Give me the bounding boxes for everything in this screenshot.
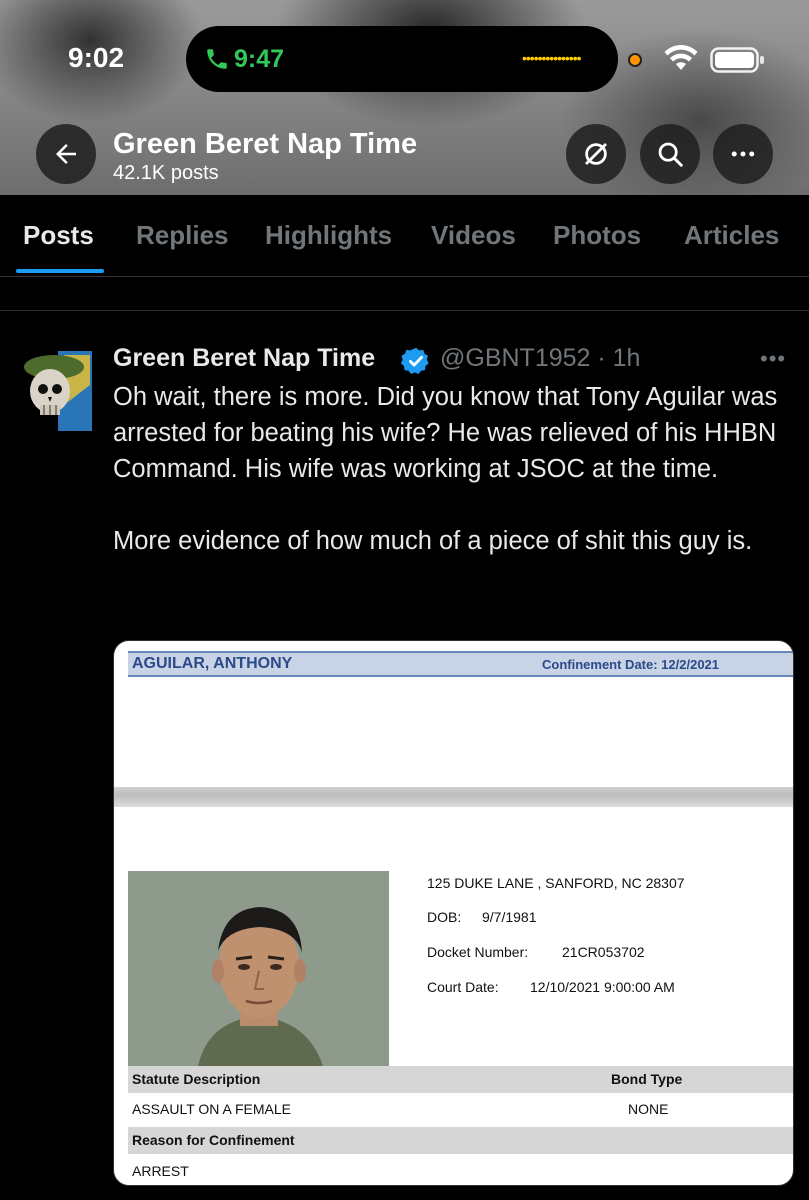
back-button[interactable] (36, 124, 96, 184)
profile-title: Green Beret Nap Time (113, 128, 418, 160)
statute-header: Statute Description (132, 1071, 261, 1087)
more-horizontal-icon (731, 151, 755, 157)
record-docket-label: Docket Number: (427, 944, 529, 960)
tab-photos[interactable]: Photos (553, 220, 641, 251)
status-time: 9:02 (68, 42, 125, 73)
record-dob: 9/7/1981 (482, 909, 537, 925)
arrow-left-icon (56, 144, 76, 164)
statute-value: ASSAULT ON A FEMALE (132, 1101, 291, 1117)
record-court-label: Court Date: (427, 979, 499, 995)
post-more-icon[interactable]: ••• (760, 346, 786, 372)
record-header-bar: AGUILAR, ANTHONY Confinement Date: 12/2/… (128, 651, 793, 677)
record-name: AGUILAR, ANTHONY (132, 655, 293, 672)
record-court-date: 12/10/2021 9:00:00 AM (530, 979, 675, 995)
tab-posts[interactable]: Posts (23, 220, 94, 251)
avatar[interactable] (20, 345, 96, 433)
bond-header: Bond Type (611, 1071, 683, 1087)
audio-waveform-icon: ••••••••••••••• (522, 50, 582, 66)
mic-indicator-icon (628, 53, 642, 67)
mugshot-photo (128, 871, 389, 1066)
wifi-icon (664, 45, 698, 70)
profile-tabs: Posts Replies Highlights Videos Photos A… (0, 195, 809, 277)
call-duration: 9:47 (234, 45, 285, 73)
record-docket: 21CR053702 (562, 944, 645, 960)
post-text: Oh wait, there is more. Did you know tha… (113, 383, 778, 555)
reason-table-header: Reason for Confinement (128, 1127, 793, 1154)
dynamic-island-call[interactable]: 9:47 ••••••••••••••• (186, 26, 618, 92)
record-separator-band (114, 787, 793, 807)
bond-value: NONE (628, 1101, 669, 1117)
skull-beret-logo (20, 345, 96, 433)
tab-articles[interactable]: Articles (684, 220, 779, 251)
phone-icon (207, 49, 227, 69)
reason-value: ARREST (132, 1163, 189, 1179)
active-tab-indicator (16, 269, 104, 273)
record-confinement-date: Confinement Date: 12/2/2021 (542, 657, 720, 672)
post-author-name[interactable]: Green Beret Nap Time (113, 344, 375, 373)
battery-icon (710, 47, 764, 73)
grok-button[interactable] (566, 124, 626, 184)
record-address: 125 DUKE LANE , SANFORD, NC 28307 (427, 875, 685, 891)
record-dob-label: DOB: (427, 909, 462, 925)
divider (0, 310, 809, 311)
posts-count: 42.1K posts (113, 162, 219, 184)
search-icon (658, 142, 683, 167)
statute-table-header: Statute Description Bond Type (128, 1066, 793, 1093)
post-media-image[interactable]: AGUILAR, ANTHONY Confinement Date: 12/2/… (113, 640, 794, 1186)
tab-replies[interactable]: Replies (136, 220, 229, 251)
grok-icon (585, 143, 607, 165)
tab-videos[interactable]: Videos (431, 220, 516, 251)
post-handle-time[interactable]: @GBNT1952 · 1h (440, 344, 640, 373)
search-button[interactable] (640, 124, 700, 184)
verified-badge-icon (401, 347, 429, 374)
tab-highlights[interactable]: Highlights (265, 220, 392, 251)
more-options-button[interactable] (713, 124, 773, 184)
reason-header: Reason for Confinement (132, 1132, 295, 1148)
